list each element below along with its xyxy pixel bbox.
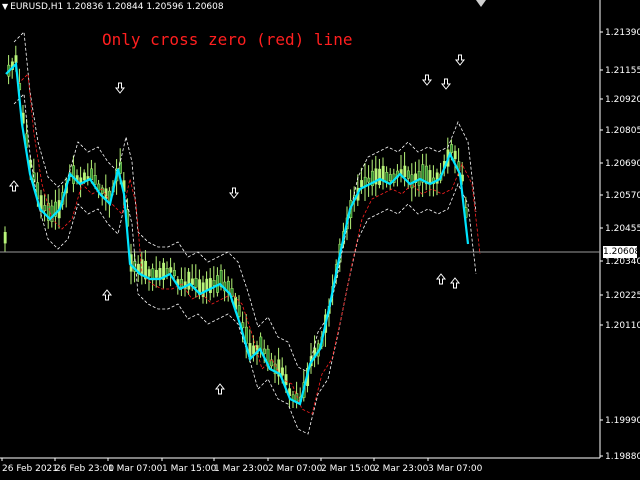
- price-tick-label: 1.20920: [605, 95, 640, 105]
- candle-body: [154, 269, 158, 278]
- ohlc-values: 1.20836 1.20844 1.20596 1.20608: [66, 2, 224, 12]
- candle-body: [378, 168, 382, 186]
- candle-body: [403, 165, 407, 178]
- candle-body: [280, 367, 284, 376]
- time-tick-label: 2 Mar 07:00: [268, 464, 323, 474]
- annotation-text: Only cross zero (red) line: [102, 30, 353, 49]
- price-tick-label: 1.20110: [605, 321, 640, 331]
- up-arrow-icon: [435, 273, 447, 285]
- candle-body: [284, 374, 288, 386]
- candle-body: [385, 172, 389, 182]
- candle-body: [187, 271, 191, 290]
- candle-body: [93, 175, 97, 185]
- price-tick-label: 1.20340: [605, 257, 640, 267]
- price-tick-label: 1.20690: [605, 159, 640, 169]
- price-tick-label: 1.20570: [605, 191, 640, 201]
- candle-body: [172, 270, 176, 277]
- symbol-timeframe: EURUSD,H1: [10, 2, 64, 12]
- price-chart[interactable]: 1.21390 1.21155 1.20920 1.20805 1.20690 1.205…: [0, 0, 640, 480]
- time-tick-label: 3 Mar 07:00: [428, 464, 483, 474]
- chart-header: ▼ EURUSD,H1 1.20836 1.20844 1.20596 1.206…: [2, 2, 224, 12]
- scroll-triangle-icon[interactable]: [476, 0, 486, 7]
- candle-body: [100, 187, 104, 194]
- time-tick-label: 1 Mar 23:00: [214, 464, 269, 474]
- candle-body: [410, 174, 414, 189]
- up-arrow-icon: [214, 383, 226, 395]
- price-tick-label: 1.19880: [605, 452, 640, 462]
- time-tick-label: 1 Mar 15:00: [162, 464, 217, 474]
- down-arrow-icon: [454, 54, 466, 66]
- candle-body: [190, 278, 194, 285]
- main-indicator-line: [5, 61, 470, 406]
- current-price-label: 1.20608: [603, 246, 640, 258]
- candle-body: [3, 232, 7, 244]
- lower-band-line: [13, 93, 477, 435]
- time-tick-label: 1 Mar 07:00: [108, 464, 163, 474]
- price-tick-label: 1.21390: [605, 28, 640, 38]
- time-tick-label: 26 Feb 2021: [2, 464, 58, 474]
- upper-band-line: [13, 31, 477, 373]
- down-arrow-icon: [228, 187, 240, 199]
- candle-body: [450, 144, 454, 153]
- candle-body: [72, 165, 76, 184]
- price-tick-label: 1.20455: [605, 224, 640, 234]
- candle-body: [212, 280, 216, 286]
- candle-body: [237, 305, 241, 317]
- time-tick-label: 2 Mar 15:00: [321, 464, 376, 474]
- candle-body: [43, 205, 47, 211]
- down-arrow-icon: [440, 78, 452, 90]
- candle-body: [90, 168, 94, 180]
- down-arrow-icon: [114, 82, 126, 94]
- candle-body: [406, 170, 410, 179]
- candle-body: [453, 150, 457, 160]
- candle-body: [381, 165, 385, 182]
- candle-body: [180, 278, 184, 288]
- candle-body: [388, 174, 392, 182]
- up-arrow-icon: [101, 289, 113, 301]
- price-tick-label: 1.21155: [605, 66, 640, 76]
- price-tick-label: 1.20225: [605, 291, 640, 301]
- candle-body: [169, 267, 173, 273]
- up-arrow-icon: [449, 277, 461, 289]
- chart-window[interactable]: 1.21390 1.21155 1.20920 1.20805 1.20690 1.205…: [0, 0, 640, 480]
- time-tick-label: 2 Mar 23:00: [374, 464, 429, 474]
- candle-body: [360, 180, 364, 188]
- candle-body: [208, 278, 212, 294]
- candle-body: [428, 170, 432, 184]
- candle-body: [252, 345, 256, 355]
- candle-body: [82, 172, 86, 181]
- zero-line: [17, 73, 481, 415]
- candle-body: [158, 268, 162, 279]
- up-arrow-icon: [8, 180, 20, 192]
- time-tick-label: 26 Feb 23:00: [55, 464, 114, 474]
- candle-body: [194, 278, 198, 288]
- price-tick-label: 1.20805: [605, 126, 640, 136]
- price-tick-label: 1.19990: [605, 416, 640, 426]
- down-arrow-icon: [421, 74, 433, 86]
- triangle-down-icon[interactable]: ▼: [2, 2, 8, 11]
- candle-body: [262, 348, 266, 355]
- candle-body: [367, 177, 371, 183]
- candle-body: [147, 269, 151, 277]
